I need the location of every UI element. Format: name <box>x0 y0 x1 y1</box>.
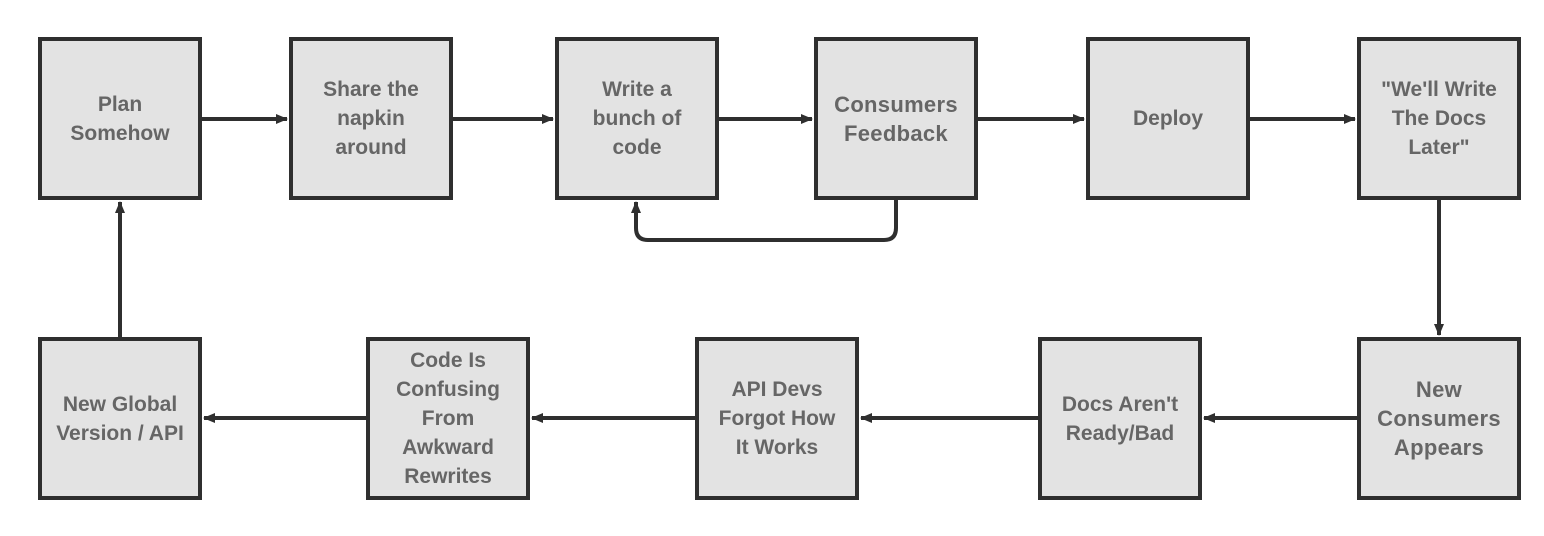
node-plan: Plan Somehow <box>38 37 202 200</box>
flowchart: Plan Somehow Share the napkin around Wri… <box>0 0 1544 536</box>
node-label: Docs Aren't Ready/Bad <box>1061 392 1179 445</box>
node-docs-bad: Docs Aren't Ready/Bad <box>1038 337 1202 500</box>
node-label: New Consumers Appears <box>1377 377 1501 460</box>
node-label: "We'll Write The Docs Later" <box>1381 78 1497 159</box>
node-label: Consumers Feedback <box>834 91 958 146</box>
node-feedback: Consumers Feedback <box>814 37 978 200</box>
node-label: API Devs Forgot How It Works <box>718 378 836 459</box>
node-docs-later: "We'll Write The Docs Later" <box>1357 37 1521 200</box>
node-new-consumers: New Consumers Appears <box>1357 337 1521 500</box>
node-label: New Global Version / API <box>56 392 184 445</box>
node-devs-forgot: API Devs Forgot How It Works <box>695 337 859 500</box>
node-label: Plan Somehow <box>70 92 170 145</box>
node-write: Write a bunch of code <box>555 37 719 200</box>
node-deploy: Deploy <box>1086 37 1250 200</box>
node-new-global: New Global Version / API <box>38 337 202 500</box>
node-code-confusing: Code Is Confusing From Awkward Rewrites <box>366 337 530 500</box>
node-share: Share the napkin around <box>289 37 453 200</box>
node-label: Write a bunch of code <box>592 78 682 159</box>
node-label: Share the napkin around <box>323 78 419 159</box>
edge-feedback-to-write <box>631 200 898 242</box>
node-label: Code Is Confusing From Awkward Rewrites <box>396 349 500 488</box>
node-label: Deploy <box>1132 107 1203 130</box>
